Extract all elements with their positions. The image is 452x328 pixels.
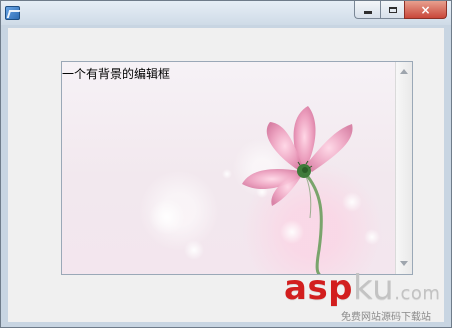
title-bar[interactable]: × [1,1,451,25]
watermark: aspku.com 免费网站源码下载站 [284,271,451,327]
flower-illustration [149,106,380,274]
close-button[interactable]: × [404,1,447,19]
watermark-logo: aspku.com [284,271,440,305]
watermark-logo-asp: asp [284,268,354,308]
minimize-icon [363,11,372,14]
watermark-logo-ku: ku [353,268,395,308]
close-icon: × [420,2,431,17]
watermark-logo-tld: .com [394,283,441,304]
edit-background-image [62,62,396,274]
edit-box[interactable]: 一个有背景的编辑框 [61,61,413,275]
scroll-up-icon[interactable] [400,69,408,74]
scroll-down-icon[interactable] [400,261,408,266]
caption-buttons: × [354,1,447,19]
edit-text[interactable]: 一个有背景的编辑框 [62,65,170,82]
app-window: × 一个有背景的编辑框 aspku.com 免费网站源码下载站 [0,0,452,328]
maximize-button[interactable] [380,1,404,19]
app-icon[interactable] [5,6,20,20]
watermark-subtitle: 免费网站源码下载站 [341,312,431,323]
vertical-scrollbar[interactable] [395,62,412,274]
minimize-button[interactable] [354,1,380,19]
maximize-icon [388,6,397,13]
